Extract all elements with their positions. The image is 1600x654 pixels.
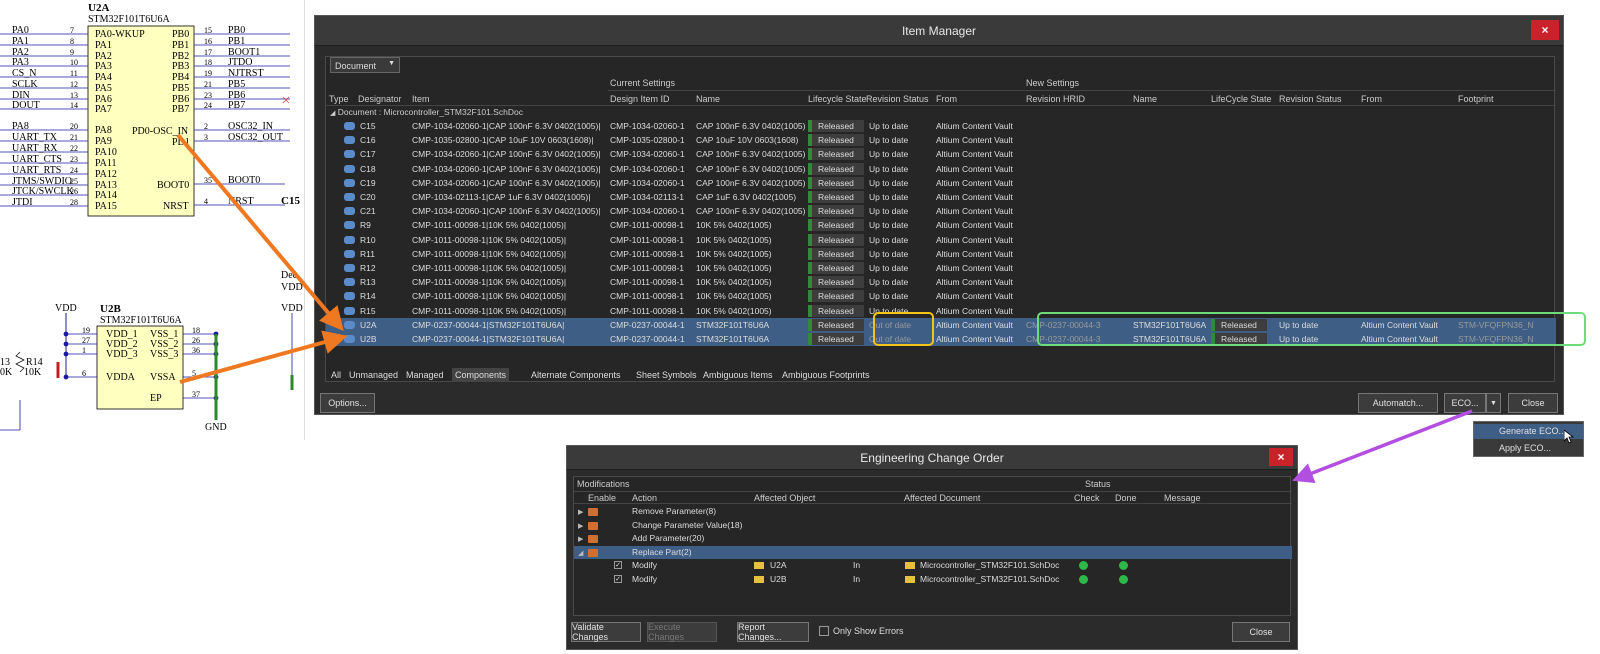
annotation-arrows (176, 133, 1473, 483)
orange-arrow-u2a (176, 133, 344, 332)
orange-arrow-u2b (179, 330, 348, 384)
purple-arrow-eco (1292, 409, 1473, 483)
